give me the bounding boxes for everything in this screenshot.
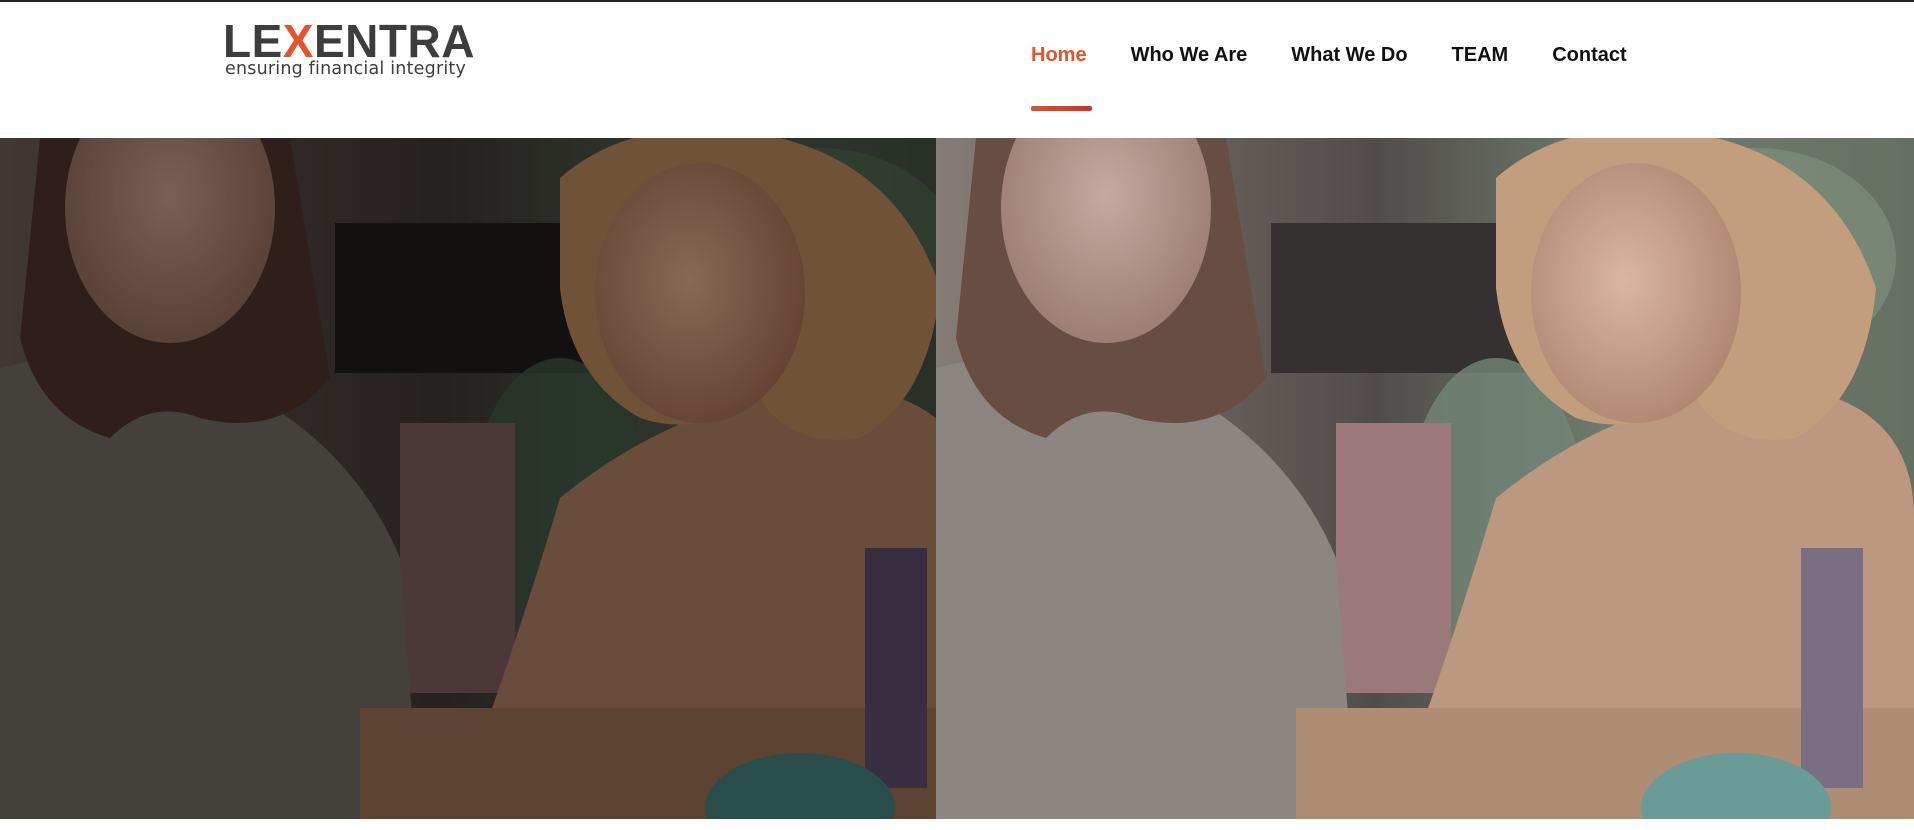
nav-item-home[interactable]: Home — [1031, 44, 1087, 67]
logo-tagline: ensuring financial integrity — [225, 59, 467, 79]
nav-item-team[interactable]: TEAM — [1452, 44, 1509, 67]
hero-image-dimmed — [0, 138, 936, 819]
site-header: LEXENTRA ensuring financial integrity Ho… — [0, 2, 1914, 138]
hero-banner — [0, 138, 1914, 819]
hero-image — [936, 138, 1914, 819]
photo-illustration — [936, 138, 1914, 819]
below-hero-area — [0, 819, 1914, 830]
main-navigation: Home Who We Are What We Do TEAM Contact — [1031, 38, 1627, 72]
nav-item-what-we-do[interactable]: What We Do — [1291, 44, 1407, 67]
site-logo[interactable]: LEXENTRA ensuring financial integrity — [223, 18, 474, 84]
nav-item-who-we-are[interactable]: Who We Are — [1131, 44, 1248, 67]
photo-illustration — [0, 138, 936, 819]
nav-item-contact[interactable]: Contact — [1552, 44, 1626, 67]
nav-active-indicator — [1031, 106, 1092, 111]
